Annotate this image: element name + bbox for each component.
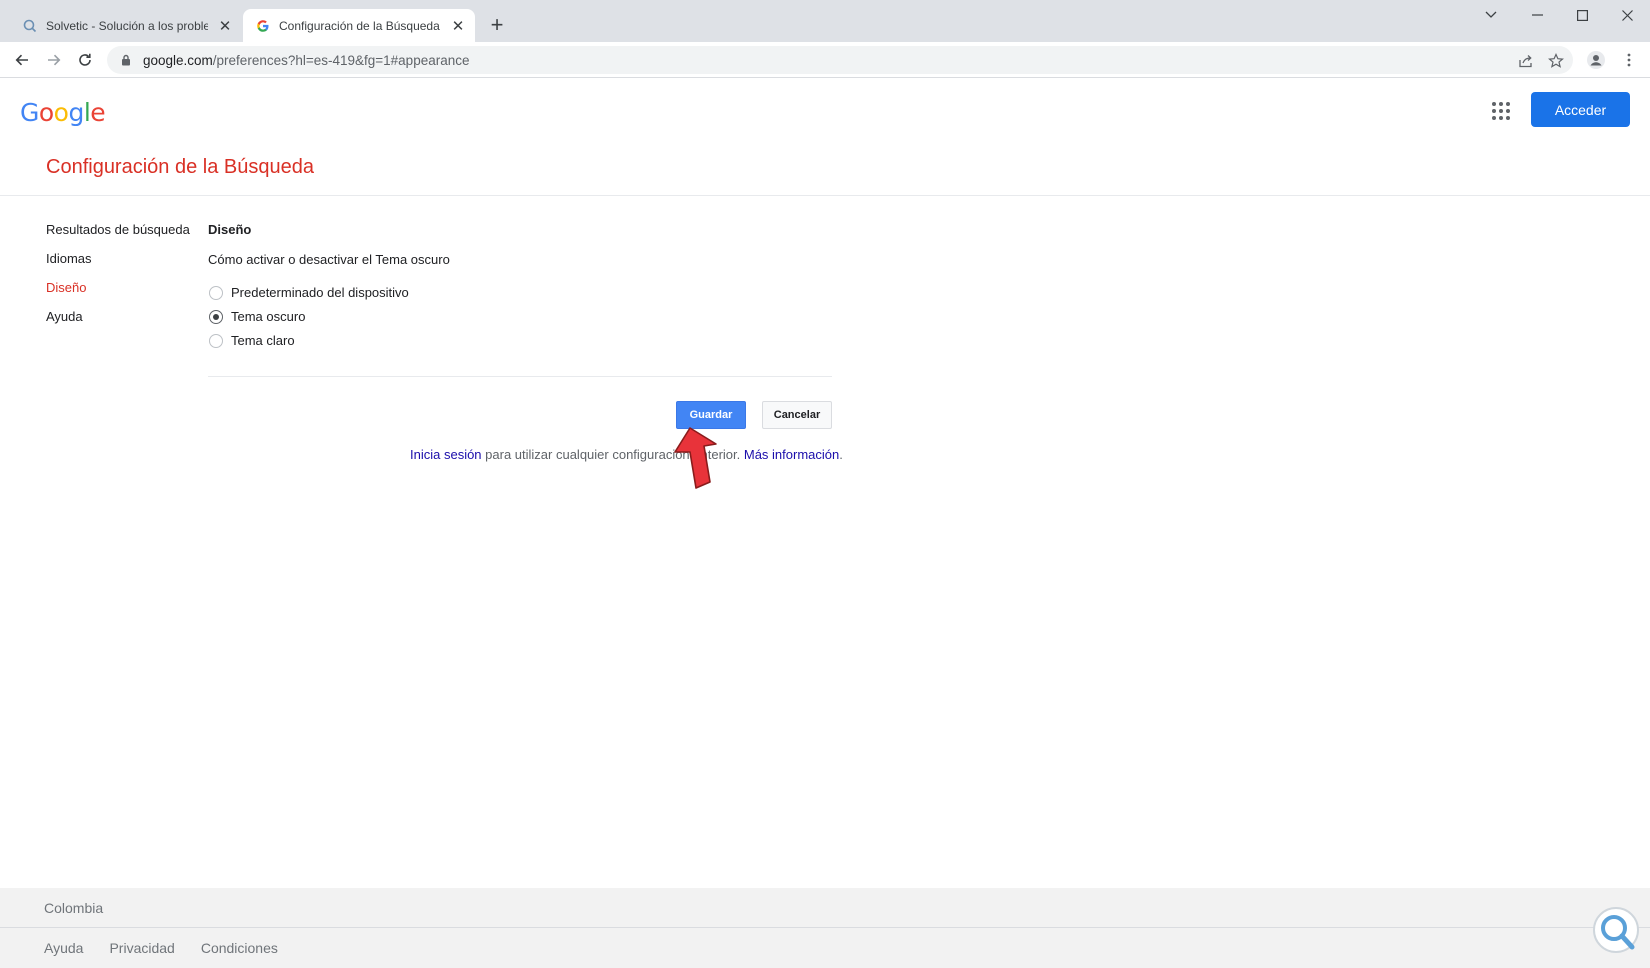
minimize-icon[interactable] [1514, 0, 1560, 30]
nav-item-ayuda[interactable]: Ayuda [46, 309, 83, 324]
logo-letter: g [68, 98, 84, 127]
radio-device-default[interactable]: Predeterminado del dispositivo [208, 285, 409, 300]
footer-divider [0, 927, 1650, 928]
solvetic-favicon-icon [22, 18, 38, 34]
lock-icon [119, 54, 133, 66]
section-heading: Diseño [208, 222, 252, 237]
footer-link-condiciones[interactable]: Condiciones [201, 940, 278, 956]
note-end-text: . [839, 447, 843, 462]
tab-search-chevron-icon[interactable] [1468, 0, 1514, 30]
logo-letter: o [38, 98, 54, 127]
annotation-arrow-icon [674, 427, 717, 489]
page-footer: Colombia Ayuda Privacidad Condiciones [0, 888, 1650, 968]
share-icon[interactable] [1516, 51, 1536, 71]
tab-close-icon[interactable]: ✕ [449, 17, 467, 35]
nav-item-resultados[interactable]: Resultados de búsqueda [46, 222, 190, 237]
maximize-icon[interactable] [1559, 0, 1605, 30]
footer-link-privacidad[interactable]: Privacidad [109, 940, 174, 956]
footer-link-ayuda[interactable]: Ayuda [44, 940, 83, 956]
new-tab-plus-icon[interactable]: + [486, 12, 508, 37]
cancel-button[interactable]: Cancelar [762, 401, 832, 429]
google-logo[interactable]: Google [20, 98, 106, 127]
logo-letter: o [53, 98, 69, 127]
tab-solvetic[interactable]: Solvetic - Solución a los problemas info… [10, 9, 242, 42]
browser-tabstrip: Solvetic - Solución a los problemas info… [0, 0, 1650, 42]
footer-country: Colombia [44, 900, 104, 916]
reload-icon[interactable] [72, 47, 98, 73]
more-info-link[interactable]: Más información [744, 447, 839, 462]
back-arrow-icon[interactable] [9, 47, 35, 73]
url-host: google.com [143, 52, 213, 68]
signin-note: Inicia sesión para utilizar cualquier co… [410, 447, 843, 462]
section-divider [208, 376, 832, 377]
address-bar[interactable]: google.com/preferences?hl=es-419&fg=1#ap… [107, 46, 1573, 74]
radio-label: Tema claro [231, 333, 295, 348]
radio-circle-icon[interactable] [209, 309, 223, 324]
tab-close-icon[interactable]: ✕ [216, 17, 234, 35]
tab-configuracion[interactable]: Configuración de la Búsqueda ✕ [243, 9, 475, 42]
radio-label: Predeterminado del dispositivo [231, 285, 409, 300]
nav-item-idiomas[interactable]: Idiomas [46, 251, 92, 266]
signin-link[interactable]: Inicia sesión [410, 447, 482, 462]
tab-title: Configuración de la Búsqueda [279, 18, 440, 33]
nav-item-diseno[interactable]: Diseño [46, 280, 86, 295]
signin-button[interactable]: Acceder [1531, 92, 1630, 127]
tab-title: Solvetic - Solución a los problemas info… [46, 18, 208, 33]
bookmark-star-icon[interactable] [1546, 51, 1566, 71]
google-header: Google Acceder [0, 78, 1650, 140]
page-title: Configuración de la Búsqueda [46, 156, 314, 178]
footer-links: Ayuda Privacidad Condiciones [44, 940, 304, 956]
radio-dark-theme[interactable]: Tema oscuro [208, 309, 305, 324]
logo-letter: e [90, 98, 106, 127]
watermark-logo-icon [1593, 907, 1639, 953]
header-divider [0, 195, 1650, 196]
profile-avatar-icon[interactable] [1583, 47, 1609, 73]
apps-grid-icon[interactable] [1488, 98, 1512, 122]
url-path: /preferences?hl=es-419&fg=1#appearance [212, 52, 470, 68]
radio-light-theme[interactable]: Tema claro [208, 333, 295, 348]
google-favicon-icon [255, 18, 271, 34]
radio-circle-icon[interactable] [209, 285, 223, 300]
forward-arrow-icon[interactable] [41, 47, 67, 73]
close-window-icon[interactable] [1604, 0, 1650, 30]
radio-circle-icon[interactable] [209, 333, 223, 348]
dark-theme-help-link[interactable]: Cómo activar o desactivar el Tema oscuro [208, 252, 450, 267]
logo-letter: G [20, 98, 39, 127]
browser-toolbar: google.com/preferences?hl=es-419&fg=1#ap… [0, 42, 1650, 78]
kebab-menu-icon[interactable] [1616, 47, 1642, 73]
radio-label: Tema oscuro [231, 309, 306, 324]
url-text: google.com/preferences?hl=es-419&fg=1#ap… [143, 53, 470, 68]
